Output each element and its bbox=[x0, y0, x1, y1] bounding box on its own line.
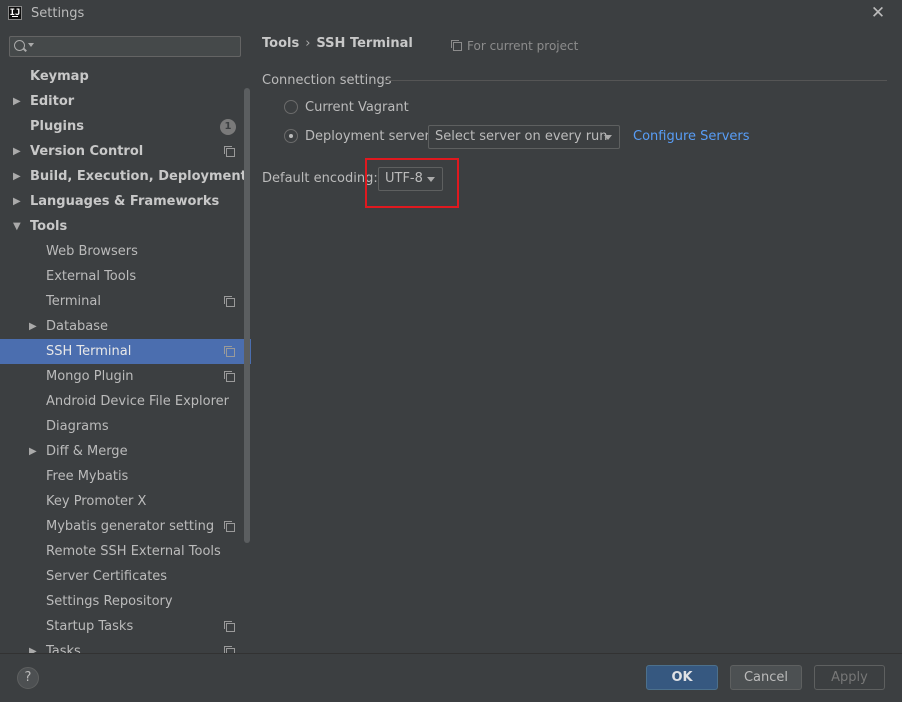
window-title: Settings bbox=[31, 6, 85, 21]
deployment-server-label[interactable]: Deployment server bbox=[305, 129, 430, 144]
sidebar-item-label: Version Control bbox=[30, 144, 144, 159]
breadcrumb-current: SSH Terminal bbox=[316, 36, 413, 51]
server-select-value: Select server on every run bbox=[435, 129, 608, 144]
sidebar-item-label: Mybatis generator setting bbox=[46, 519, 215, 534]
search-icon bbox=[14, 40, 25, 51]
project-level-icon bbox=[224, 521, 235, 532]
search-box[interactable] bbox=[9, 36, 241, 57]
dialog-footer: ? OK Cancel Apply bbox=[0, 653, 902, 702]
sidebar-item[interactable]: Terminal bbox=[0, 289, 251, 314]
sidebar-item-label: Plugins bbox=[30, 119, 84, 134]
sidebar-item[interactable]: ▶ Database bbox=[0, 314, 251, 339]
search-history-caret-icon[interactable] bbox=[28, 43, 34, 47]
connection-settings-title: Connection settings bbox=[262, 73, 392, 88]
scope-indicator: For current project bbox=[451, 39, 579, 53]
sidebar-item-label: Startup Tasks bbox=[46, 619, 134, 634]
sidebar-item[interactable]: Mongo Plugin bbox=[0, 364, 251, 389]
sidebar-item[interactable]: SSH Terminal bbox=[0, 339, 251, 364]
collapsed-arrow-icon[interactable]: ▶ bbox=[29, 314, 37, 339]
current-vagrant-label[interactable]: Current Vagrant bbox=[305, 100, 409, 115]
sidebar-item[interactable]: ▶ Version Control bbox=[0, 139, 251, 164]
sidebar-item-label: Build, Execution, Deployment bbox=[30, 169, 247, 184]
settings-sidebar: Keymap ▶ Editor Plugins 1 ▶ Version Control ▶ Bu… bbox=[0, 28, 251, 653]
sidebar-item[interactable]: Diagrams bbox=[0, 414, 251, 439]
project-level-icon bbox=[224, 296, 235, 307]
project-level-icon bbox=[224, 621, 235, 632]
section-divider bbox=[384, 80, 887, 81]
sidebar-item[interactable]: ▶ Build, Execution, Deployment bbox=[0, 164, 251, 189]
project-scope-icon bbox=[451, 40, 462, 51]
sidebar-item[interactable]: ▶ Diff & Merge bbox=[0, 439, 251, 464]
breadcrumb-separator: › bbox=[305, 36, 311, 51]
sidebar-item-label: Free Mybatis bbox=[46, 469, 129, 484]
project-level-icon bbox=[224, 346, 235, 357]
sidebar-item-label: Editor bbox=[30, 94, 75, 109]
sidebar-item-label: Terminal bbox=[46, 294, 101, 309]
expanded-arrow-icon[interactable]: ▼ bbox=[13, 214, 21, 239]
sidebar-item[interactable]: Server Certificates bbox=[0, 564, 251, 589]
sidebar-item[interactable]: ▼ Tools bbox=[0, 214, 251, 239]
help-button[interactable]: ? bbox=[17, 667, 39, 689]
sidebar-item-label: External Tools bbox=[46, 269, 137, 284]
sidebar-item-label: Diff & Merge bbox=[46, 444, 128, 459]
sidebar-item-label: Diagrams bbox=[46, 419, 109, 434]
sidebar-item[interactable]: Web Browsers bbox=[0, 239, 251, 264]
sidebar-item[interactable]: Keymap bbox=[0, 64, 251, 89]
sidebar-item-label: Mongo Plugin bbox=[46, 369, 134, 384]
collapsed-arrow-icon[interactable]: ▶ bbox=[13, 189, 21, 214]
sidebar-item[interactable]: Free Mybatis bbox=[0, 464, 251, 489]
configure-servers-link[interactable]: Configure Servers bbox=[633, 129, 750, 144]
sidebar-item[interactable]: ▶ Languages & Frameworks bbox=[0, 189, 251, 214]
project-level-icon bbox=[224, 371, 235, 382]
update-count-badge: 1 bbox=[220, 119, 236, 135]
search-input[interactable] bbox=[36, 38, 240, 57]
sidebar-item-label: Settings Repository bbox=[46, 594, 173, 609]
sidebar-item-label: SSH Terminal bbox=[46, 344, 132, 359]
settings-tree: Keymap ▶ Editor Plugins 1 ▶ Version Control ▶ Bu… bbox=[0, 64, 251, 653]
sidebar-item-label: Keymap bbox=[30, 69, 89, 84]
close-icon[interactable]: ✕ bbox=[869, 4, 887, 22]
current-vagrant-radio[interactable] bbox=[284, 100, 298, 114]
sidebar-item-label: Key Promoter X bbox=[46, 494, 147, 509]
collapsed-arrow-icon[interactable]: ▶ bbox=[29, 439, 37, 464]
sidebar-item[interactable]: Remote SSH External Tools bbox=[0, 539, 251, 564]
sidebar-item[interactable]: Plugins 1 bbox=[0, 114, 251, 139]
chevron-down-icon bbox=[604, 135, 612, 140]
breadcrumb: Tools › SSH Terminal bbox=[262, 36, 413, 51]
collapsed-arrow-icon[interactable]: ▶ bbox=[13, 139, 21, 164]
sidebar-item-label: Tools bbox=[30, 219, 68, 234]
collapsed-arrow-icon[interactable]: ▶ bbox=[29, 639, 37, 653]
cancel-button[interactable]: Cancel bbox=[730, 665, 802, 690]
title-bar: IJ Settings ✕ bbox=[0, 0, 902, 28]
sidebar-item-label: Android Device File Explorer bbox=[46, 394, 229, 409]
server-select[interactable]: Select server on every run bbox=[428, 125, 620, 149]
sidebar-item[interactable]: Key Promoter X bbox=[0, 489, 251, 514]
deployment-server-radio[interactable] bbox=[284, 129, 298, 143]
collapsed-arrow-icon[interactable]: ▶ bbox=[13, 164, 21, 189]
intellij-app-icon: IJ bbox=[8, 6, 22, 20]
sidebar-item[interactable]: Android Device File Explorer bbox=[0, 389, 251, 414]
sidebar-item-label: Database bbox=[46, 319, 109, 334]
project-level-icon bbox=[224, 146, 235, 157]
scope-label: For current project bbox=[467, 39, 579, 53]
apply-button[interactable]: Apply bbox=[814, 665, 885, 690]
sidebar-item-label: Web Browsers bbox=[46, 244, 138, 259]
sidebar-item-label: Tasks bbox=[46, 644, 81, 653]
breadcrumb-parent[interactable]: Tools bbox=[262, 36, 299, 51]
sidebar-item-label: Server Certificates bbox=[46, 569, 168, 584]
sidebar-item[interactable]: Startup Tasks bbox=[0, 614, 251, 639]
collapsed-arrow-icon[interactable]: ▶ bbox=[13, 89, 21, 114]
sidebar-item[interactable]: Settings Repository bbox=[0, 589, 251, 614]
default-encoding-label: Default encoding: bbox=[262, 171, 378, 186]
sidebar-item-label: Remote SSH External Tools bbox=[46, 544, 221, 559]
ok-button[interactable]: OK bbox=[646, 665, 718, 690]
sidebar-item[interactable]: External Tools bbox=[0, 264, 251, 289]
sidebar-item-label: Languages & Frameworks bbox=[30, 194, 220, 209]
sidebar-item[interactable]: Mybatis generator setting bbox=[0, 514, 251, 539]
sidebar-item[interactable]: ▶ Tasks bbox=[0, 639, 251, 653]
annotation-highlight-box bbox=[365, 158, 459, 208]
sidebar-item[interactable]: ▶ Editor bbox=[0, 89, 251, 114]
sidebar-scrollbar[interactable] bbox=[244, 88, 250, 543]
